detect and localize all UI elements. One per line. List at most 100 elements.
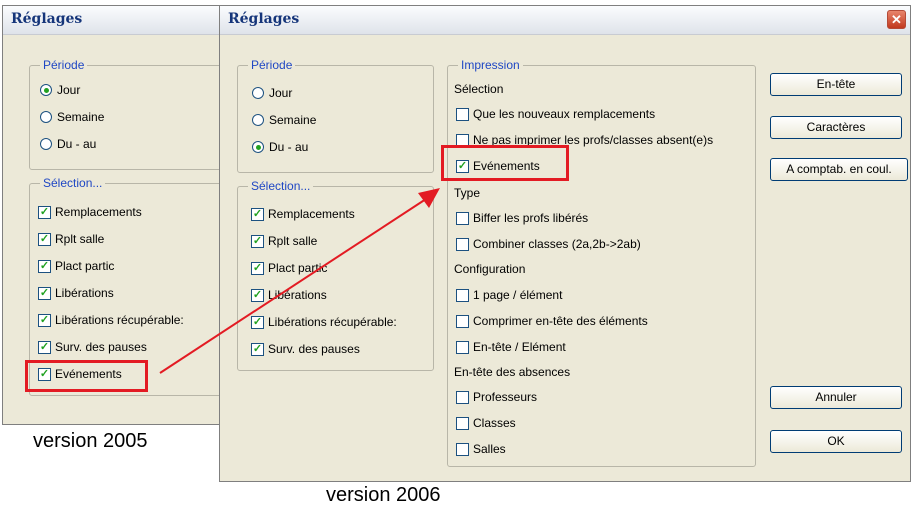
radio-icon bbox=[40, 138, 52, 150]
checkbox-surv-pauses[interactable]: ✓ Surv. des pauses bbox=[251, 342, 360, 356]
caption-version-2006: version 2006 bbox=[326, 484, 441, 506]
close-button[interactable]: ✕ bbox=[887, 10, 906, 29]
checkbox-plact-partic[interactable]: ✓ Plact partic bbox=[38, 259, 114, 273]
section-type-label: Type bbox=[454, 186, 481, 200]
radio-jour[interactable]: Jour bbox=[252, 86, 292, 100]
radio-label: Du - au bbox=[57, 137, 97, 151]
checkbox-label: Surv. des pauses bbox=[268, 342, 360, 356]
section-selection-label: Sélection bbox=[454, 82, 504, 96]
checkbox-label: Biffer les profs libérés bbox=[473, 211, 589, 225]
section-absences-label: En-tête des absences bbox=[454, 365, 571, 379]
checkbox-classes[interactable]: Classes bbox=[456, 416, 516, 430]
checkbox-remplacements[interactable]: ✓ Remplacements bbox=[251, 207, 355, 221]
periode-legend: Période bbox=[43, 58, 85, 72]
checkbox-icon bbox=[456, 107, 469, 121]
checkbox-label: Rplt salle bbox=[55, 232, 105, 246]
settings-window-2006: Réglages ✕ Période Jour Semaine Du - au … bbox=[219, 5, 911, 482]
checkbox-checked-icon: ✓ bbox=[251, 234, 264, 248]
checkbox-liberations[interactable]: ✓ Libérations bbox=[38, 286, 114, 300]
caracteres-button[interactable]: Caractères bbox=[770, 116, 902, 139]
radio-du-au[interactable]: Du - au bbox=[252, 140, 308, 154]
radio-label: Jour bbox=[57, 83, 81, 97]
radio-jour[interactable]: Jour bbox=[40, 83, 80, 97]
checkbox-checked-icon: ✓ bbox=[38, 340, 51, 354]
radio-selected-icon bbox=[252, 141, 264, 153]
checkbox-icon bbox=[456, 288, 469, 302]
checkbox-label: Plact partic bbox=[268, 261, 328, 275]
checkbox-comprimer-entete[interactable]: Comprimer en-tête des éléments bbox=[456, 314, 648, 328]
radio-icon bbox=[252, 87, 264, 99]
checkbox-remplacements[interactable]: ✓ Remplacements bbox=[38, 205, 142, 219]
checkbox-checked-icon: ✓ bbox=[38, 259, 51, 273]
checkbox-icon bbox=[456, 442, 469, 456]
selection-legend: Sélection... bbox=[43, 176, 103, 190]
checkbox-label: En-tête / Elément bbox=[473, 340, 566, 354]
checkbox-checked-icon: ✓ bbox=[251, 315, 264, 329]
checkbox-combiner-classes[interactable]: Combiner classes (2a,2b->2ab) bbox=[456, 237, 641, 251]
radio-label: Semaine bbox=[57, 110, 105, 124]
radio-label: Semaine bbox=[269, 113, 317, 127]
checkbox-checked-icon: ✓ bbox=[251, 207, 264, 221]
radio-du-au[interactable]: Du - au bbox=[40, 137, 96, 151]
checkbox-label: Salles bbox=[473, 442, 506, 456]
ok-button[interactable]: OK bbox=[770, 430, 902, 453]
section-configuration-label: Configuration bbox=[454, 262, 526, 276]
checkbox-label: Comprimer en-tête des éléments bbox=[473, 314, 648, 328]
caption-version-2005: version 2005 bbox=[33, 430, 148, 452]
checkbox-icon bbox=[456, 314, 469, 328]
radio-selected-icon bbox=[40, 84, 52, 96]
checkbox-rplt-salle[interactable]: ✓ Rplt salle bbox=[251, 234, 317, 248]
checkbox-checked-icon: ✓ bbox=[38, 205, 51, 219]
checkbox-surv-pauses[interactable]: ✓ Surv. des pauses bbox=[38, 340, 147, 354]
checkbox-salles[interactable]: Salles bbox=[456, 442, 506, 456]
window-title: Réglages bbox=[11, 11, 83, 27]
highlight-evenements-2006 bbox=[441, 145, 569, 181]
checkbox-icon bbox=[456, 390, 469, 404]
periode-legend: Période bbox=[251, 58, 293, 72]
checkbox-checked-icon: ✓ bbox=[38, 286, 51, 300]
radio-icon bbox=[252, 114, 264, 126]
checkbox-label: Plact partic bbox=[55, 259, 115, 273]
checkbox-entete-element[interactable]: En-tête / Elément bbox=[456, 340, 566, 354]
checkbox-icon bbox=[456, 211, 469, 225]
checkbox-label: Libérations récupérable: bbox=[55, 313, 184, 327]
window-title: Réglages bbox=[228, 11, 300, 27]
acomptab-button[interactable]: A comptab. en coul. bbox=[770, 158, 908, 181]
checkbox-1-page-element[interactable]: 1 page / élément bbox=[456, 288, 562, 302]
radio-semaine[interactable]: Semaine bbox=[252, 113, 316, 127]
radio-label: Jour bbox=[269, 86, 293, 100]
checkbox-label: Que les nouveaux remplacements bbox=[473, 107, 656, 121]
checkbox-liberations-recuperables[interactable]: ✓ Libérations récupérable: bbox=[251, 315, 397, 329]
checkbox-rplt-salle[interactable]: ✓ Rplt salle bbox=[38, 232, 104, 246]
checkbox-label: Remplacements bbox=[268, 207, 355, 221]
radio-label: Du - au bbox=[269, 140, 309, 154]
checkbox-label: Libérations bbox=[268, 288, 327, 302]
checkbox-label: Libérations récupérable: bbox=[268, 315, 397, 329]
checkbox-professeurs[interactable]: Professeurs bbox=[456, 390, 537, 404]
checkbox-liberations-recuperables[interactable]: ✓ Libérations récupérable: bbox=[38, 313, 184, 327]
checkbox-biffer-profs[interactable]: Biffer les profs libérés bbox=[456, 211, 588, 225]
checkbox-label: Surv. des pauses bbox=[55, 340, 147, 354]
checkbox-checked-icon: ✓ bbox=[38, 232, 51, 246]
selection-legend: Sélection... bbox=[251, 179, 311, 193]
annuler-button[interactable]: Annuler bbox=[770, 386, 902, 409]
checkbox-icon bbox=[456, 416, 469, 430]
radio-semaine[interactable]: Semaine bbox=[40, 110, 104, 124]
checkbox-nouveaux-remplacements[interactable]: Que les nouveaux remplacements bbox=[456, 107, 655, 121]
checkbox-label: Combiner classes (2a,2b->2ab) bbox=[473, 237, 641, 251]
impression-legend: Impression bbox=[461, 58, 520, 72]
checkbox-liberations[interactable]: ✓ Libérations bbox=[251, 288, 327, 302]
checkbox-plact-partic[interactable]: ✓ Plact partic bbox=[251, 261, 327, 275]
checkbox-label: Remplacements bbox=[55, 205, 142, 219]
checkbox-checked-icon: ✓ bbox=[251, 261, 264, 275]
checkbox-icon bbox=[456, 237, 469, 251]
checkbox-label: 1 page / élément bbox=[473, 288, 563, 302]
checkbox-label: Professeurs bbox=[473, 390, 538, 404]
entete-button[interactable]: En-tête bbox=[770, 73, 902, 96]
checkbox-checked-icon: ✓ bbox=[251, 288, 264, 302]
radio-icon bbox=[40, 111, 52, 123]
title-bar: Réglages bbox=[3, 6, 226, 35]
checkbox-checked-icon: ✓ bbox=[38, 313, 51, 327]
checkbox-checked-icon: ✓ bbox=[251, 342, 264, 356]
checkbox-label: Libérations bbox=[55, 286, 114, 300]
